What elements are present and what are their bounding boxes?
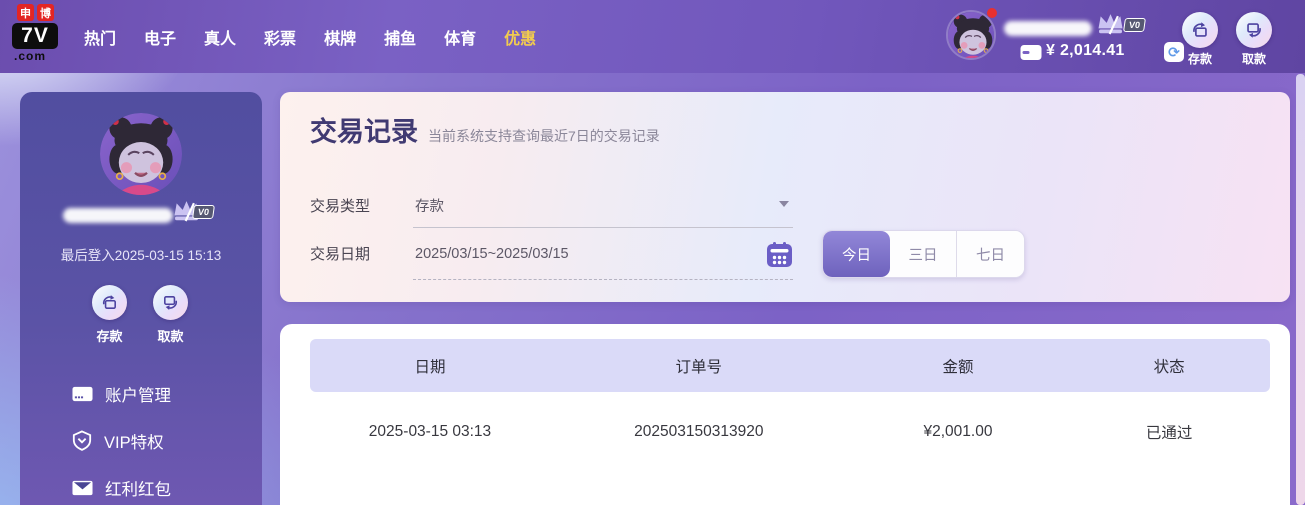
nav-item-fishing[interactable]: 捕鱼 — [384, 25, 416, 49]
page-subtitle: 当前系统支持查询最近7日的交易记录 — [428, 128, 660, 144]
withdraw-label: 取款 — [1241, 52, 1266, 66]
sidebar-item-account-management[interactable]: 账户管理 — [20, 370, 262, 417]
withdraw-label: 取款 — [157, 329, 184, 344]
app-root: 申 博 7V .com 热门 电子 真人 彩票 棋牌 捕鱼 体育 优惠 V0 ¥… — [0, 0, 1305, 505]
transaction-table: 日期 订单号 金额 状态 2025-03-15 03:13 2025031503… — [310, 339, 1270, 457]
envelope-icon — [72, 480, 93, 495]
balance-amount: ¥ 2,014.41 — [1046, 42, 1125, 59]
nav-quick-actions: 存款 取款 — [1182, 12, 1272, 67]
notification-dot — [987, 8, 997, 18]
chevron-down-icon — [779, 201, 789, 207]
username-redacted — [1004, 21, 1092, 36]
calendar-icon[interactable] — [766, 241, 793, 268]
panel-title-row: 交易记录 当前系统支持查询最近7日的交易记录 — [310, 110, 660, 149]
sidebar-item-label: VIP特权 — [104, 433, 164, 452]
logo-top-row: 申 博 — [17, 4, 70, 21]
cell-date: 2025-03-15 03:13 — [368, 423, 492, 440]
deposit-icon — [92, 285, 127, 320]
page-background: V0 最后登入2025-03-15 15:13 存款 取款 账户管理 VIP特权… — [0, 73, 1305, 505]
transaction-filters-panel: 交易记录 当前系统支持查询最近7日的交易记录 交易类型 存款 交易日期 2025… — [280, 92, 1290, 302]
sidebar-avatar[interactable] — [100, 113, 182, 195]
logo-red-square-1: 申 — [17, 4, 34, 21]
transaction-type-select[interactable]: 存款 — [413, 188, 793, 228]
main-nav-menu: 热门 电子 真人 彩票 棋牌 捕鱼 体育 优惠 — [84, 0, 536, 73]
deposit-label: 存款 — [1187, 52, 1212, 66]
nav-item-slots[interactable]: 电子 — [144, 25, 176, 49]
withdraw-icon — [153, 285, 188, 320]
top-navbar: 申 博 7V .com 热门 电子 真人 彩票 棋牌 捕鱼 体育 优惠 V0 ¥… — [0, 0, 1305, 73]
avatar-illustration — [100, 113, 182, 195]
page-title: 交易记录 — [310, 117, 418, 147]
sidebar-item-bonus-redpacket[interactable]: 红利红包 — [20, 464, 262, 505]
date-range-input[interactable]: 2025/03/15~2025/03/15 — [413, 238, 793, 280]
vip-level-badge: V0 — [1123, 18, 1146, 32]
transaction-table-panel: 日期 订单号 金额 状态 2025-03-15 03:13 2025031503… — [280, 324, 1290, 505]
sidebar-withdraw-button[interactable]: 取款 — [153, 285, 188, 345]
vip-shield-icon — [72, 430, 92, 451]
deposit-icon — [1182, 12, 1218, 48]
user-avatar[interactable] — [946, 10, 996, 60]
sidebar-item-label: 红利红包 — [105, 480, 171, 499]
nav-item-lottery[interactable]: 彩票 — [264, 25, 296, 49]
selected-type-value: 存款 — [415, 199, 444, 215]
vip-level-badge: V0 — [192, 205, 215, 219]
username-redacted — [63, 208, 173, 223]
sidebar-panel: V0 最后登入2025-03-15 15:13 存款 取款 账户管理 VIP特权… — [20, 92, 262, 505]
nav-item-sports[interactable]: 体育 — [444, 25, 476, 49]
nav-withdraw-button[interactable]: 取款 — [1236, 12, 1272, 67]
range-today-button[interactable]: 今日 — [823, 231, 890, 277]
cell-order-no: 202503150313920 — [634, 423, 764, 440]
sidebar-item-label: 账户管理 — [105, 386, 171, 405]
table-header-row: 日期 订单号 金额 状态 — [310, 339, 1270, 392]
sidebar-item-vip-privileges[interactable]: VIP特权 — [20, 417, 262, 464]
logo-red-square-2: 博 — [37, 4, 54, 21]
deposit-label: 存款 — [96, 329, 123, 344]
cell-amount: ¥2,001.00 — [923, 423, 993, 440]
cell-status: 已通过 — [1145, 425, 1193, 442]
date-range-value: 2025/03/15~2025/03/15 — [415, 246, 569, 262]
column-header-date: 日期 — [414, 358, 446, 376]
date-range-button-group: 今日 三日 七日 — [822, 230, 1025, 278]
nav-item-hot[interactable]: 热门 — [84, 25, 116, 49]
last-login-text: 最后登入2025-03-15 15:13 — [60, 248, 222, 263]
wallet-icon — [1020, 45, 1042, 60]
refresh-balance-button[interactable]: ⟳ — [1164, 42, 1184, 62]
transaction-date-label: 交易日期 — [310, 246, 371, 263]
nav-item-promotions[interactable]: 优惠 — [504, 25, 536, 49]
withdraw-icon — [1236, 12, 1272, 48]
column-header-amount: 金额 — [942, 358, 974, 376]
sidebar-deposit-button[interactable]: 存款 — [92, 285, 127, 345]
logo-main-text: 7V — [12, 23, 58, 49]
logo-suffix-text: .com — [14, 49, 47, 63]
transaction-type-label: 交易类型 — [310, 198, 371, 215]
vip-crown-icon — [1098, 14, 1123, 35]
sidebar-menu: 账户管理 VIP特权 红利红包 — [20, 370, 262, 505]
avatar-illustration — [948, 12, 994, 58]
brand-logo[interactable]: 申 博 7V .com — [12, 4, 70, 63]
column-header-order-no: 订单号 — [675, 358, 723, 376]
bank-card-icon — [72, 386, 93, 401]
nav-item-poker[interactable]: 棋牌 — [324, 25, 356, 49]
page-scrollbar[interactable] — [1296, 74, 1305, 505]
table-row: 2025-03-15 03:13 202503150313920 ¥2,001.… — [310, 407, 1270, 457]
nav-item-live[interactable]: 真人 — [204, 25, 236, 49]
range-7days-button[interactable]: 七日 — [957, 231, 1024, 277]
column-header-status: 状态 — [1153, 358, 1185, 376]
range-3days-button[interactable]: 三日 — [890, 231, 957, 277]
nav-deposit-button[interactable]: 存款 — [1182, 12, 1218, 67]
user-info-cluster: V0 ¥ 2,014.41 ⟳ — [946, 8, 1191, 66]
